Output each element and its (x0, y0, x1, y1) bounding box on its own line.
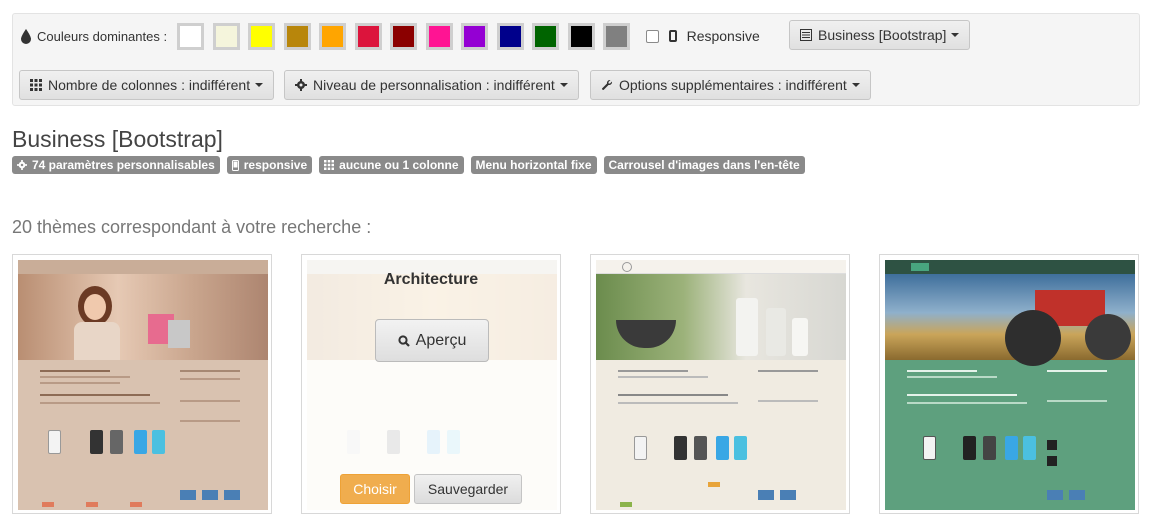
theme-tags: 74 paramètres personnalisables responsiv… (12, 156, 812, 174)
color-swatch[interactable] (248, 22, 276, 50)
color-swatches (177, 22, 639, 50)
color-swatch[interactable] (603, 22, 631, 50)
caret-down-icon (255, 83, 264, 87)
responsive-filter[interactable]: Responsive (645, 28, 760, 44)
tag-label: responsive (243, 158, 308, 172)
customization-dropdown-label: Niveau de personnalisation : indifférent (313, 77, 555, 93)
thumb-body (596, 360, 846, 510)
search-icon (398, 334, 410, 347)
tag-label: aucune ou 1 colonne (339, 158, 459, 172)
drop-icon (21, 29, 31, 44)
tag-responsive: responsive (226, 156, 313, 174)
gear-icon (17, 160, 27, 170)
theme-card[interactable] (590, 254, 850, 514)
color-swatch[interactable] (425, 22, 453, 50)
preview-button-label: Aperçu (415, 331, 467, 349)
filter-panel: Couleurs dominantes : Responsive Busines… (12, 13, 1140, 106)
color-swatch[interactable] (496, 22, 524, 50)
grid-icon (324, 160, 335, 170)
tag-label: Carrousel d'images dans l'en-tête (608, 158, 800, 172)
theme-title: Business [Bootstrap] (12, 126, 223, 152)
filter-row-colors: Couleurs dominantes : Responsive (20, 21, 760, 51)
results-count: 20 thèmes correspondant à votre recherch… (12, 217, 372, 237)
theme-thumbnail[interactable] (885, 260, 1135, 510)
columns-dropdown-label: Nombre de colonnes : indifférent (48, 77, 251, 93)
thumb-hero (596, 274, 846, 360)
tag-columns: aucune ou 1 colonne (319, 156, 464, 174)
gear-icon (295, 79, 307, 91)
grid-icon (30, 79, 42, 91)
list-icon (800, 29, 812, 41)
thumb-hero (18, 274, 268, 360)
theme-name: Architecture (383, 271, 479, 288)
responsive-label: Responsive (686, 28, 760, 44)
color-swatch[interactable] (212, 22, 240, 50)
theme-card[interactable] (12, 254, 272, 514)
theme-card[interactable] (879, 254, 1139, 514)
theme-thumbnail[interactable] (596, 260, 846, 510)
color-swatch[interactable] (354, 22, 382, 50)
caret-down-icon (559, 83, 568, 87)
framework-dropdown[interactable]: Business [Bootstrap] (789, 20, 971, 50)
color-swatch[interactable] (461, 22, 489, 50)
tag-label: 74 paramètres personnalisables (32, 158, 215, 172)
color-swatch[interactable] (283, 22, 311, 50)
caret-down-icon (951, 33, 960, 37)
columns-dropdown[interactable]: Nombre de colonnes : indifférent (19, 70, 275, 100)
thumb-nav (885, 260, 1135, 274)
theme-thumbnail[interactable] (18, 260, 268, 510)
color-swatch[interactable] (177, 22, 205, 50)
color-swatch[interactable] (319, 22, 347, 50)
preview-button[interactable]: Aperçu (375, 319, 489, 362)
wrench-icon (601, 79, 613, 91)
thumb-nav (18, 260, 268, 274)
color-swatch[interactable] (567, 22, 595, 50)
thumb-body (885, 360, 1135, 510)
responsive-checkbox[interactable] (645, 29, 659, 43)
tag-label: Menu horizontal fixe (475, 158, 592, 172)
color-swatch[interactable] (532, 22, 560, 50)
framework-dropdown-label: Business [Bootstrap] (818, 27, 947, 43)
tag-fixed-menu: Menu horizontal fixe (470, 156, 597, 174)
choose-button[interactable]: Choisir (340, 474, 410, 504)
thumb-nav (596, 260, 846, 274)
caret-down-icon (851, 83, 860, 87)
colors-label: Couleurs dominantes : (37, 28, 168, 44)
save-button[interactable]: Sauvegarder (414, 474, 522, 504)
options-dropdown[interactable]: Options supplémentaires : indifférent (590, 70, 871, 100)
tag-carousel: Carrousel d'images dans l'en-tête (603, 156, 805, 174)
theme-card-hovered[interactable]: Architecture Aperçu Choisir Sauvegarder (301, 254, 561, 514)
customization-dropdown[interactable]: Niveau de personnalisation : indifférent (284, 70, 579, 100)
thumb-body (18, 360, 268, 510)
color-swatch[interactable] (390, 22, 418, 50)
tag-customizable: 74 paramètres personnalisables (12, 156, 220, 174)
thumb-hero (885, 274, 1135, 366)
options-dropdown-label: Options supplémentaires : indifférent (619, 77, 847, 93)
mobile-icon (668, 30, 677, 42)
mobile-icon (231, 159, 239, 171)
